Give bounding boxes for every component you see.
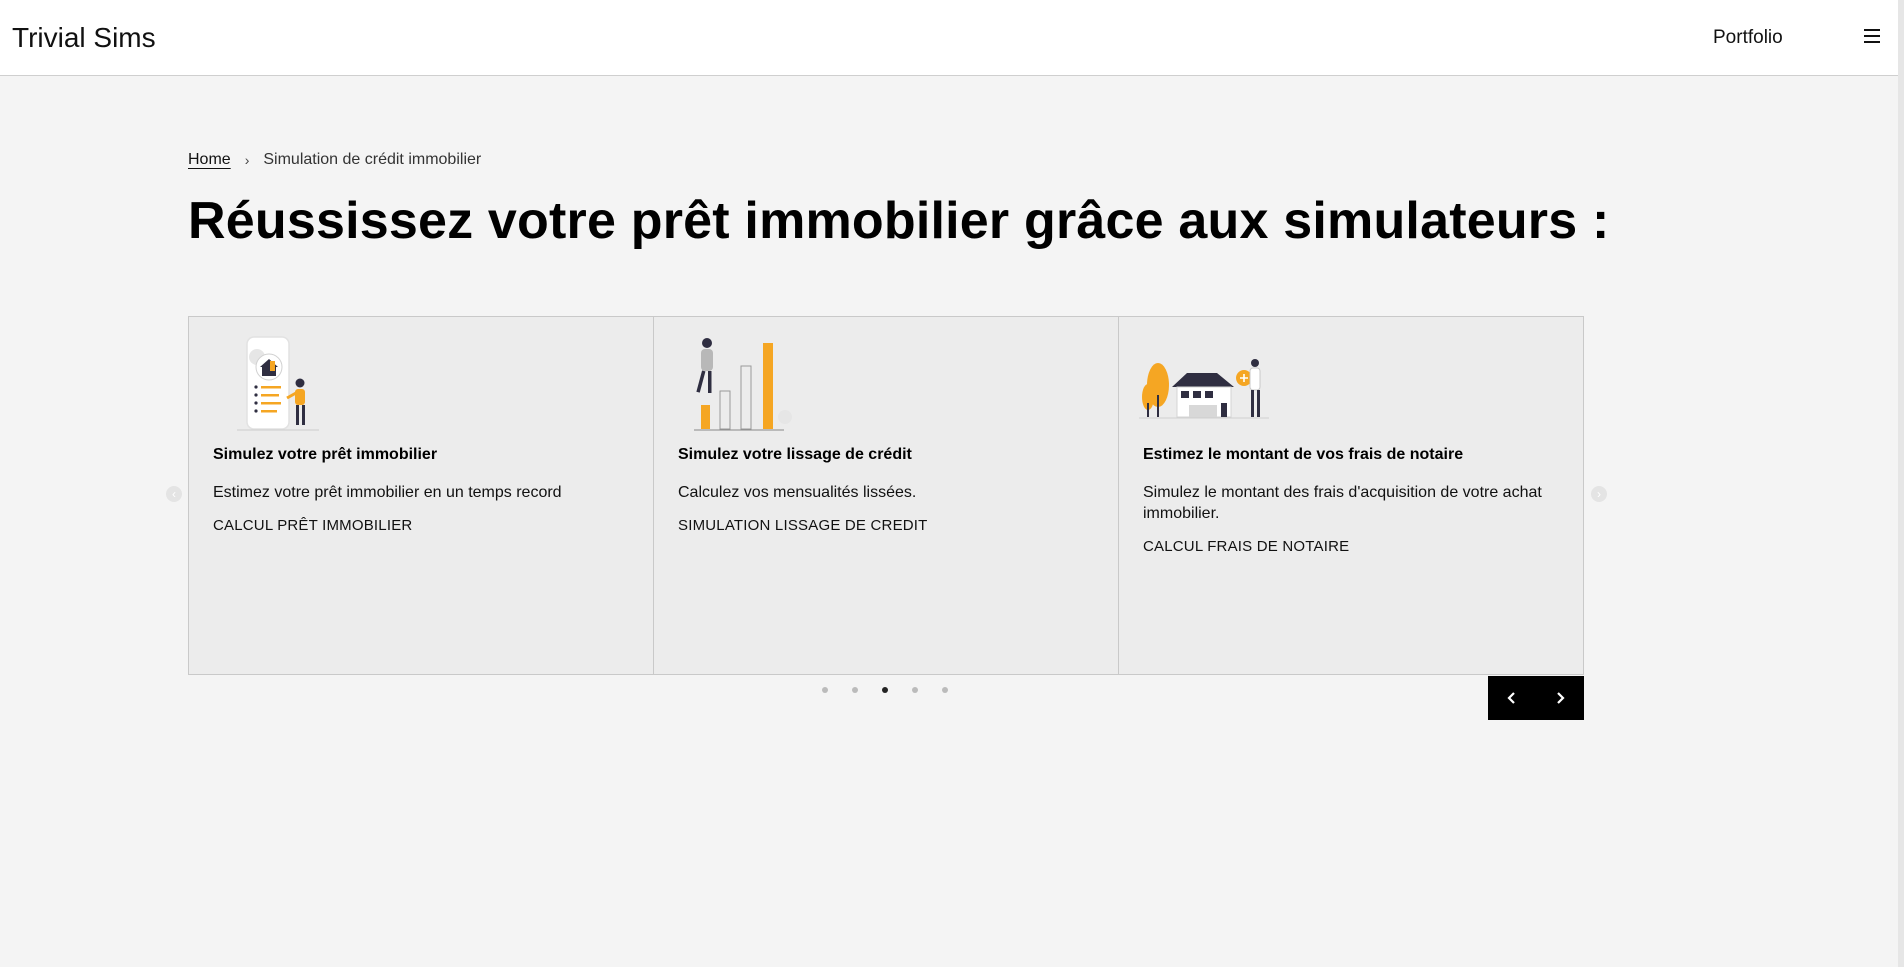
carousel-dot[interactable] — [942, 687, 948, 693]
card-description: Simulez le montant des frais d'acquisiti… — [1143, 484, 1542, 522]
carousel-prev-edge-icon[interactable]: ‹ — [166, 486, 182, 502]
house-trees-illustration — [1139, 359, 1269, 419]
chevron-right-icon — [1557, 692, 1565, 704]
card-description: Estimez votre prêt immobilier en un temp… — [213, 484, 562, 501]
page-title: Réussissez votre prêt immobilier grâce a… — [188, 192, 1610, 250]
carousel-pagination — [822, 687, 948, 693]
carousel-controls — [1488, 676, 1584, 720]
card-frais-notaire[interactable]: Estimez le montant de vos frais de notai… — [1118, 316, 1584, 675]
card-description: Calculez vos mensualités lissées. — [678, 484, 917, 501]
carousel-dot[interactable] — [852, 687, 858, 693]
carousel-next-edge-icon[interactable]: › — [1591, 486, 1607, 502]
card-lissage-credit[interactable]: Simulez votre lissage de crédit Calculez… — [653, 316, 1119, 675]
chevron-left-icon — [1507, 692, 1515, 704]
growth-bars-illustration — [694, 338, 792, 431]
top-navbar: Trivial Sims Portfolio — [0, 0, 1904, 76]
breadcrumb-current: Simulation de crédit immobilier — [263, 151, 482, 168]
carousel-prev-button[interactable] — [1488, 676, 1536, 720]
carousel-next-button[interactable] — [1536, 676, 1584, 720]
carousel-dot[interactable] — [912, 687, 918, 693]
breadcrumb-home-link[interactable]: Home — [188, 151, 231, 169]
carousel-dot-active[interactable] — [882, 687, 888, 693]
card-title: Estimez le montant de vos frais de notai… — [1143, 446, 1464, 463]
breadcrumb: Home › Simulation de crédit immobilier — [188, 151, 481, 169]
card-pret-immobilier[interactable]: Simulez votre prêt immobilier Estimez vo… — [188, 316, 654, 675]
page-scrollbar[interactable] — [1898, 0, 1904, 967]
hamburger-icon[interactable] — [1862, 26, 1884, 48]
nav-link-portfolio[interactable]: Portfolio — [1713, 27, 1783, 49]
breadcrumb-separator: › — [244, 152, 250, 168]
simulator-carousel: Simulez votre prêt immobilier Estimez vo… — [188, 316, 1585, 675]
carousel-dot[interactable] — [822, 687, 828, 693]
card-title: Simulez votre prêt immobilier — [213, 446, 438, 463]
calcul-pret-immobilier-link[interactable]: CALCUL PRÊT IMMOBILIER — [213, 517, 412, 534]
card-title: Simulez votre lissage de crédit — [678, 446, 912, 463]
simulation-lissage-credit-link[interactable]: SIMULATION LISSAGE DE CREDIT — [678, 517, 928, 534]
calcul-frais-notaire-link[interactable]: CALCUL FRAIS DE NOTAIRE — [1143, 538, 1349, 555]
mobile-house-illustration — [237, 336, 319, 431]
brand-logo[interactable]: Trivial Sims — [12, 22, 156, 54]
